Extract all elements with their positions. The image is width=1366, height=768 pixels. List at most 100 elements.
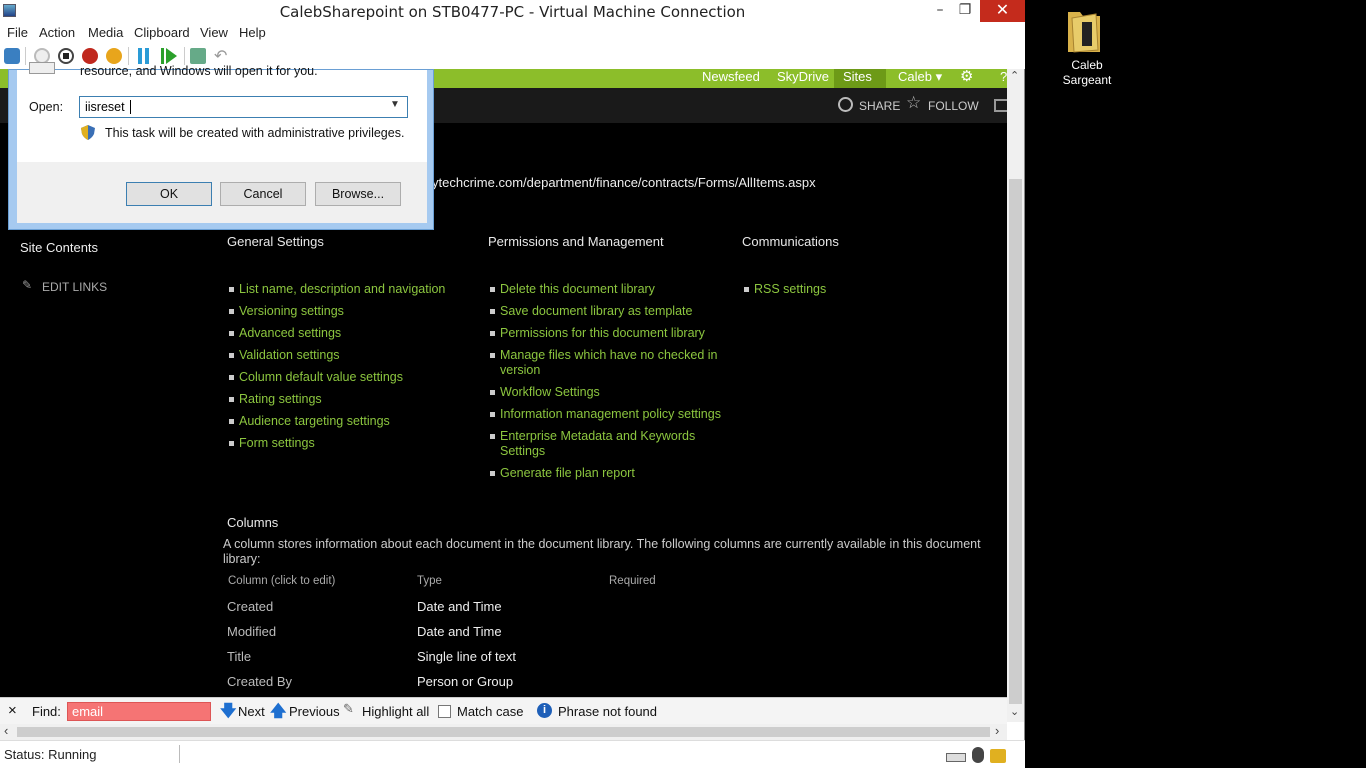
bullet (490, 390, 495, 395)
bullet (229, 441, 234, 446)
focus-icon[interactable] (994, 99, 1007, 112)
save-state-icon[interactable] (106, 48, 122, 64)
scroll-up-icon[interactable]: ⌃ (1010, 69, 1019, 82)
scroll-thumb[interactable] (1009, 179, 1022, 704)
find-input[interactable]: email (67, 702, 211, 721)
find-close-button[interactable]: × (8, 702, 17, 719)
ok-button[interactable]: OK (126, 182, 212, 206)
permissions-link[interactable]: Enterprise Metadata and Keywords (500, 429, 695, 443)
share-button[interactable]: SHARE (859, 99, 900, 113)
edit-links-button[interactable]: EDIT LINKS (42, 280, 107, 294)
horizontal-scroll-thumb[interactable] (17, 727, 990, 737)
menu-action[interactable]: Action (39, 25, 75, 40)
close-button[interactable]: ✕ (980, 0, 1025, 22)
permissions-link-cont[interactable]: version (500, 363, 540, 377)
chevron-down-icon[interactable]: ▼ (390, 99, 400, 110)
follow-button[interactable]: FOLLOW (928, 99, 979, 113)
site-contents-link[interactable]: Site Contents (20, 240, 98, 255)
settings-gear-icon[interactable]: ⚙ (960, 69, 973, 85)
horizontal-scrollbar[interactable]: ‹ › (0, 723, 1007, 740)
bullet (490, 434, 495, 439)
pause-icon[interactable] (137, 48, 151, 64)
turn-off-icon[interactable] (58, 48, 74, 64)
shield-icon (81, 125, 95, 140)
permissions-link-cont[interactable]: Settings (500, 444, 545, 458)
menu-file[interactable]: File (7, 25, 28, 40)
match-case-checkbox[interactable] (438, 705, 451, 718)
arrow-up-icon[interactable]: 🡅 (270, 700, 286, 727)
desktop: Caleb Sargeant (1026, 0, 1366, 768)
checkpoint-icon[interactable] (190, 48, 206, 64)
scroll-down-icon[interactable]: ⌄ (1010, 705, 1019, 718)
general-link[interactable]: Audience targeting settings (239, 414, 390, 428)
run-description: resource, and Windows will open it for y… (80, 64, 318, 78)
pencil-icon: ✎ (22, 278, 33, 292)
column-name-cell[interactable]: Title (227, 649, 251, 664)
scroll-right-icon[interactable]: › (995, 723, 999, 738)
toolbar-separator (184, 47, 185, 65)
ctrl-alt-del-icon[interactable] (4, 48, 20, 64)
scroll-left-icon[interactable]: ‹ (4, 723, 8, 738)
general-link[interactable]: Column default value settings (239, 370, 403, 384)
revert-icon[interactable]: ↶ (214, 46, 230, 65)
nav-skydrive[interactable]: SkyDrive (777, 69, 829, 84)
help-icon[interactable]: ? (1000, 69, 1007, 84)
general-link[interactable]: Validation settings (239, 348, 340, 362)
general-link[interactable]: Form settings (239, 436, 315, 450)
admin-note: This task will be created with administr… (105, 126, 405, 140)
restore-button[interactable]: ❐ (953, 0, 977, 22)
permissions-heading: Permissions and Management (488, 234, 664, 249)
find-next-button[interactable]: Next (238, 704, 265, 719)
general-link[interactable]: Rating settings (239, 392, 322, 406)
share-icon[interactable] (838, 97, 853, 112)
permissions-link[interactable]: Permissions for this document library (500, 326, 705, 340)
menu-view[interactable]: View (200, 25, 228, 40)
open-input[interactable]: iisreset (85, 100, 125, 114)
permissions-link[interactable]: Workflow Settings (500, 385, 600, 399)
menu-media[interactable]: Media (88, 25, 123, 40)
column-name-cell[interactable]: Modified (227, 624, 276, 639)
nav-sites[interactable]: Sites (843, 69, 872, 84)
arrow-down-icon[interactable]: 🡇 (220, 700, 236, 727)
permissions-link[interactable]: Manage files which have no checked in (500, 348, 718, 362)
permissions-link[interactable]: Delete this document library (500, 282, 655, 296)
lock-icon (990, 749, 1006, 763)
resume-icon[interactable] (161, 48, 177, 64)
nav-newsfeed[interactable]: Newsfeed (702, 69, 760, 84)
highlighter-icon[interactable]: ✎ (343, 701, 354, 717)
general-link[interactable]: Advanced settings (239, 326, 341, 340)
bullet (229, 287, 234, 292)
open-combobox[interactable]: iisreset ▼ (79, 96, 408, 118)
bullet (490, 412, 495, 417)
column-header-required: Required (609, 575, 656, 587)
bullet (229, 309, 234, 314)
general-link[interactable]: Versioning settings (239, 304, 344, 318)
star-icon[interactable]: ☆ (906, 93, 921, 113)
cancel-button[interactable]: Cancel (220, 182, 306, 206)
general-link[interactable]: List name, description and navigation (239, 282, 445, 296)
shutdown-icon[interactable] (82, 48, 98, 64)
bullet (490, 471, 495, 476)
minimize-button[interactable]: – (928, 0, 952, 22)
permissions-link[interactable]: Generate file plan report (500, 466, 635, 480)
browse-button[interactable]: Browse... (315, 182, 401, 206)
column-type-cell: Single line of text (417, 649, 517, 664)
column-name-cell[interactable]: Created By (227, 674, 292, 689)
permissions-link[interactable]: Save document library as template (500, 304, 692, 318)
column-name-cell[interactable]: Created (227, 599, 273, 614)
match-case-label[interactable]: Match case (457, 704, 523, 719)
bullet (229, 397, 234, 402)
communications-link[interactable]: RSS settings (754, 282, 826, 296)
vertical-scrollbar[interactable]: ⌃ ⌄ (1007, 69, 1024, 722)
highlight-all-button[interactable]: Highlight all (362, 704, 429, 719)
permissions-link[interactable]: Information management policy settings (500, 407, 721, 421)
title-bar: CalebSharepoint on STB0477-PC - Virtual … (0, 0, 1025, 23)
menu-help[interactable]: Help (239, 25, 266, 40)
find-previous-button[interactable]: Previous (289, 704, 340, 719)
window-title: CalebSharepoint on STB0477-PC - Virtual … (279, 3, 746, 21)
bullet (490, 309, 495, 314)
folder-icon[interactable] (1066, 8, 1102, 54)
user-menu[interactable]: Caleb ▾ (898, 69, 942, 85)
menu-clipboard[interactable]: Clipboard (134, 25, 190, 40)
column-header-type: Type (417, 575, 442, 587)
